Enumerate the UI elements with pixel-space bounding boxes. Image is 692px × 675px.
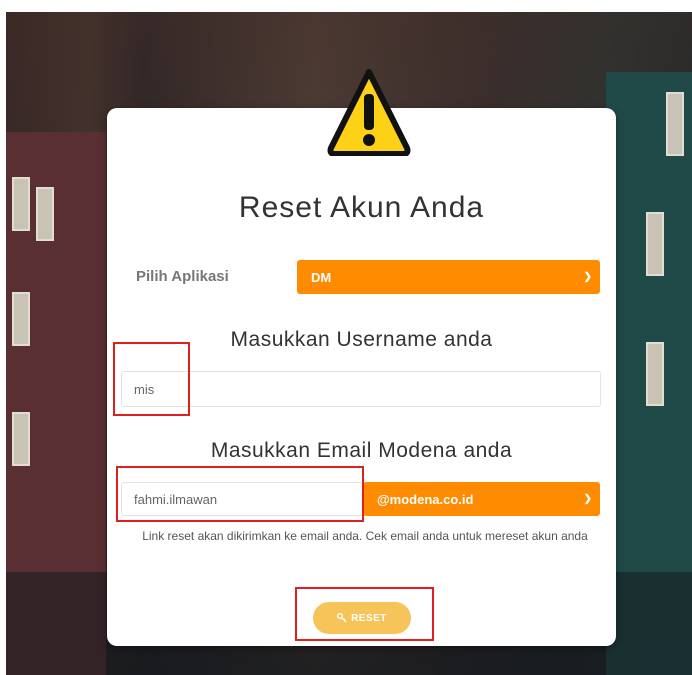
chevron-down-icon: ❯ <box>583 271 592 283</box>
chevron-down-icon: ❯ <box>583 493 592 505</box>
building-window <box>646 212 664 276</box>
app-select[interactable]: DM ❯ <box>297 260 600 294</box>
email-domain-value: @modena.co.id <box>377 491 474 507</box>
warning-icon <box>327 69 411 156</box>
reset-hint-text: Link reset akan dikirimkan ke email anda… <box>142 529 588 543</box>
building-window <box>36 187 54 241</box>
highlight-box-reset <box>295 587 434 641</box>
email-domain-select[interactable]: @modena.co.id ❯ <box>363 482 600 516</box>
building-window <box>666 92 684 156</box>
building-window <box>12 292 30 346</box>
app-select-value: DM <box>311 269 332 285</box>
building-window <box>12 177 30 231</box>
email-heading: Masukkan Email Modena anda <box>210 439 513 462</box>
building-window <box>12 412 30 466</box>
highlight-box-email <box>116 466 364 522</box>
app-select-label: Pilih Aplikasi <box>136 268 229 285</box>
building-window <box>646 342 664 406</box>
username-input[interactable]: mis <box>121 371 601 407</box>
page-title: Reset Akun Anda <box>238 191 485 224</box>
highlight-box-username <box>113 342 190 416</box>
